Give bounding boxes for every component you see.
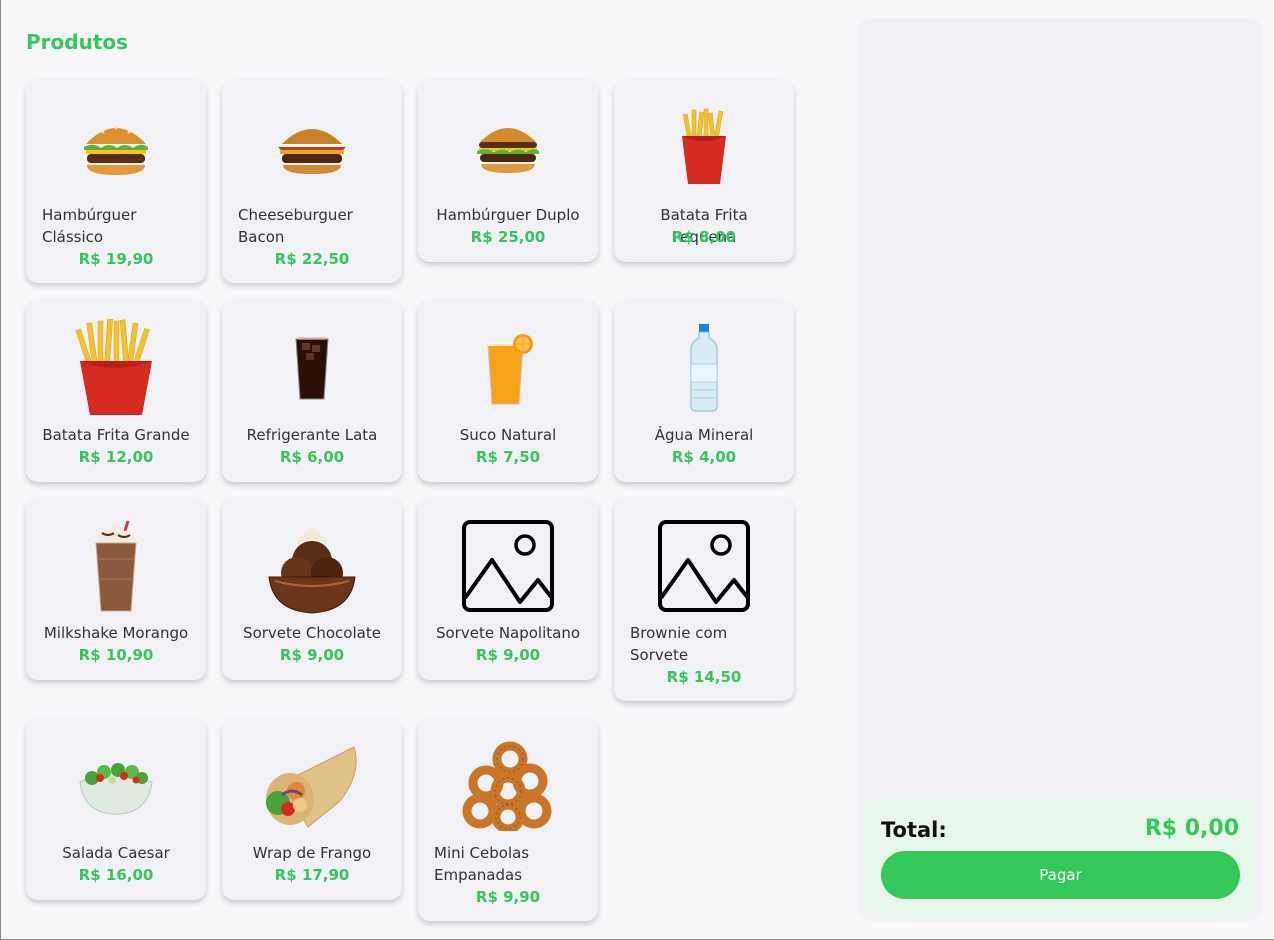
fries-icon [654, 98, 754, 198]
total-value: R$ 0,00 [1144, 816, 1239, 841]
product-name: Brownie com Sorvete [630, 624, 728, 664]
product-name: Refrigerante Lata [246, 426, 378, 444]
product-name: Sorvete Napolitano [435, 624, 581, 642]
product-name: Hambúrguer Duplo [436, 206, 580, 224]
product-card-refrigerante-lata[interactable]: Refrigerante Lata R$ 6,00 [222, 300, 402, 482]
ice-cream-bowl-icon [262, 516, 362, 616]
product-card-agua-mineral[interactable]: Água Mineral R$ 4,00 [614, 300, 794, 482]
burger-icon [458, 98, 558, 198]
page-title: Produtos [26, 30, 129, 54]
product-price: R$ 9,90 [475, 888, 541, 906]
product-name: Batata Frita Grande [42, 426, 190, 444]
onion-rings-icon [458, 736, 558, 836]
product-card-cheeseburguer-bacon[interactable]: Cheeseburguer Bacon R$ 22,50 [222, 80, 402, 283]
product-price: R$ 10,90 [78, 646, 154, 664]
product-name: Salada Caesar [62, 844, 170, 862]
pay-button[interactable]: Pagar [881, 851, 1240, 899]
salad-bowl-icon [66, 736, 166, 836]
product-card-batata-frita-grande[interactable]: Batata Frita Grande R$ 12,00 [26, 300, 206, 482]
product-price: R$ 16,00 [78, 866, 154, 884]
product-card-sorvete-napolitano[interactable]: Sorvete Napolitano R$ 9,00 [418, 498, 598, 680]
product-price: R$ 6,00 [279, 448, 345, 466]
juice-glass-icon [458, 318, 558, 418]
product-card-sorvete-chocolate[interactable]: Sorvete Chocolate R$ 9,00 [222, 498, 402, 680]
product-price: R$ 19,90 [78, 250, 154, 268]
product-price: R$ 22,50 [274, 250, 350, 268]
water-bottle-icon [654, 318, 754, 418]
product-price: R$ 7,50 [475, 448, 541, 466]
total-label: Total: [881, 818, 947, 842]
soda-glass-icon [262, 318, 362, 418]
product-price: R$ 12,00 [78, 448, 154, 466]
product-card-milkshake-morango[interactable]: Milkshake Morango R$ 10,90 [26, 498, 206, 680]
product-card-wrap-de-frango[interactable]: Wrap de Frango R$ 17,90 [222, 718, 402, 900]
product-price: R$ 9,00 [475, 646, 541, 664]
product-name: Sorvete Chocolate [243, 624, 381, 642]
cart-panel [857, 19, 1263, 921]
product-price: R$ 9,00 [279, 646, 345, 664]
product-card-batata-frita-pequena[interactable]: Batata Frita Pequena R$ 8,00 [614, 80, 794, 262]
image-placeholder-icon [654, 516, 754, 616]
product-card-mini-cebolas-empanadas[interactable]: Mini Cebolas Empanadas R$ 9,90 [418, 718, 598, 921]
product-name: Suco Natural [459, 426, 557, 444]
product-price: R$ 25,00 [470, 228, 546, 246]
product-card-brownie-com-sorvete[interactable]: Brownie com Sorvete R$ 14,50 [614, 498, 794, 701]
image-placeholder-icon [458, 516, 558, 616]
product-name: Cheeseburguer Bacon [238, 206, 353, 246]
burger-icon [66, 98, 166, 198]
product-card-hamburguer-classico[interactable]: Hambúrguer Clássico R$ 19,90 [26, 80, 206, 283]
fries-icon [66, 318, 166, 418]
product-price: R$ 14,50 [666, 668, 742, 686]
product-name: Hambúrguer Clássico [42, 206, 137, 246]
product-name: Milkshake Morango [43, 624, 189, 642]
product-name: Água Mineral [654, 426, 754, 444]
product-price: R$ 8,00 [671, 228, 737, 246]
product-name: Mini Cebolas Empanadas [434, 844, 530, 884]
product-card-suco-natural[interactable]: Suco Natural R$ 7,50 [418, 300, 598, 482]
product-card-hamburguer-duplo[interactable]: Hambúrguer Duplo R$ 25,00 [418, 80, 598, 262]
product-price: R$ 4,00 [671, 448, 737, 466]
product-card-salada-caesar[interactable]: Salada Caesar R$ 16,00 [26, 718, 206, 900]
product-name: Wrap de Frango [252, 844, 372, 862]
wrap-icon [262, 736, 362, 836]
burger-icon [262, 98, 362, 198]
cart-total-section: Total: R$ 0,00 Pagar [865, 798, 1255, 915]
product-price: R$ 17,90 [274, 866, 350, 884]
milkshake-icon [66, 516, 166, 616]
